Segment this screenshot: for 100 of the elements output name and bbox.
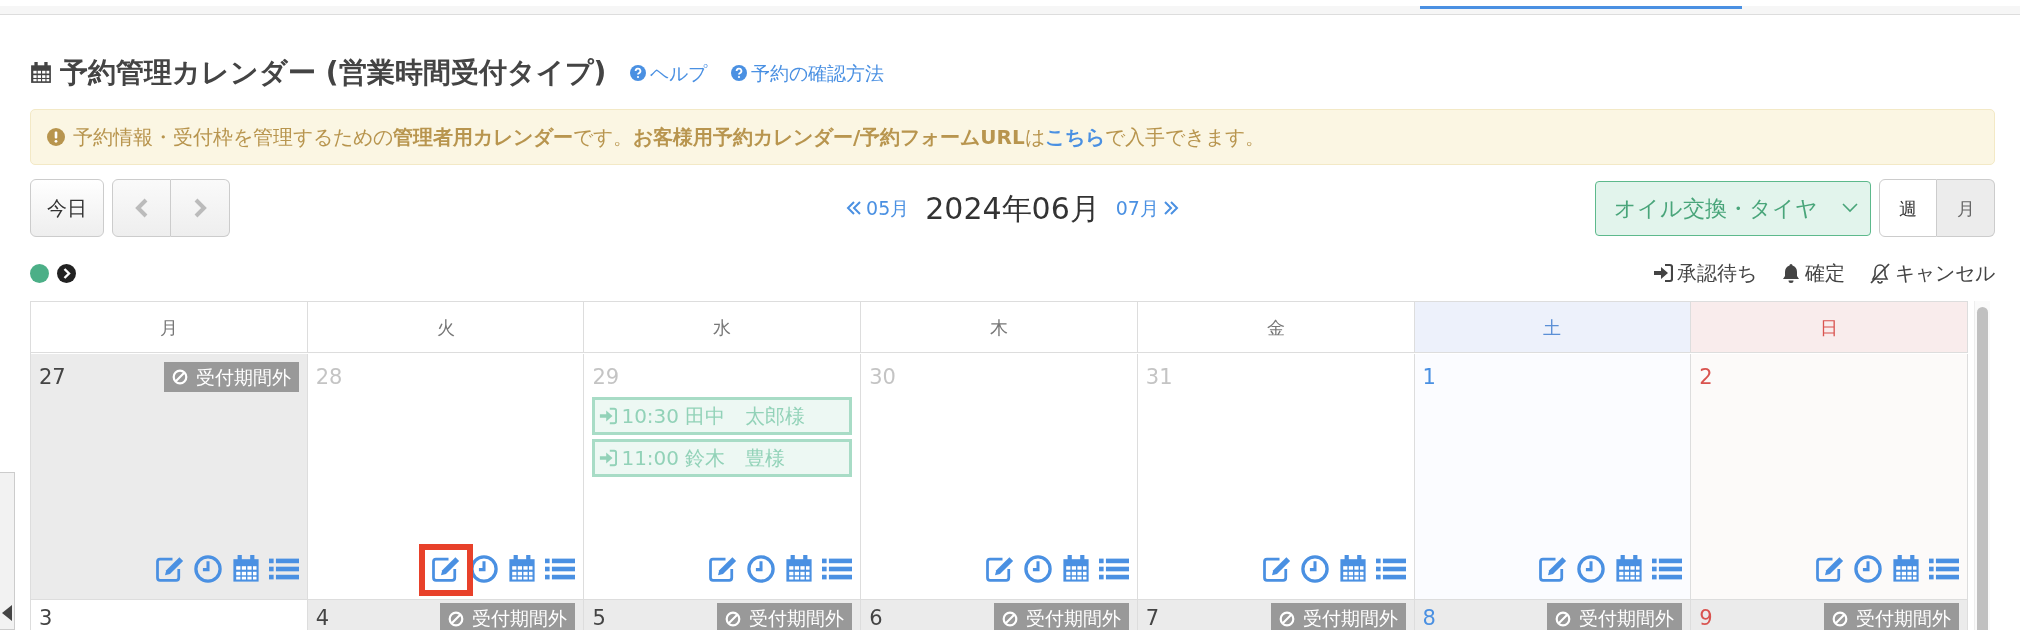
day-cell[interactable]: 31 bbox=[1137, 353, 1415, 600]
calendar-icon[interactable] bbox=[230, 554, 261, 583]
next-button[interactable] bbox=[171, 179, 230, 237]
chevron-left-icon bbox=[134, 198, 149, 218]
bell-icon bbox=[1781, 263, 1801, 283]
chevron-down-icon bbox=[1842, 203, 1858, 213]
calendar-icon[interactable] bbox=[1891, 554, 1921, 583]
day-cell[interactable]: 1 bbox=[1414, 353, 1692, 600]
edit-icon[interactable] bbox=[1815, 554, 1845, 583]
edit-icon[interactable] bbox=[1261, 554, 1292, 583]
day-number: 31 bbox=[1145, 363, 1173, 391]
sign-in-icon bbox=[599, 407, 618, 426]
day-cell[interactable]: 9 受付期間外 bbox=[1691, 600, 1968, 630]
day-number: 29 bbox=[592, 363, 620, 391]
column-header: 木 bbox=[861, 302, 1138, 353]
ban-icon bbox=[1001, 610, 1018, 627]
status-badge: 受付期間外 bbox=[717, 603, 853, 630]
previous-month-link[interactable]: 05月 bbox=[846, 193, 910, 223]
day-cell[interactable]: 2 bbox=[1691, 353, 1968, 600]
help-icon bbox=[731, 65, 748, 81]
day-cell[interactable]: 29 10:30 田中 太郎様 11:00 鈴木 豊様 bbox=[584, 353, 862, 600]
today-button[interactable]: 今日 bbox=[30, 179, 104, 237]
edit-icon[interactable] bbox=[431, 554, 462, 583]
clock-icon[interactable] bbox=[1853, 554, 1883, 583]
legend-label: 確定 bbox=[1805, 260, 1845, 287]
calendar-icon bbox=[30, 62, 52, 84]
day-cell[interactable]: 5 受付期間外 bbox=[584, 600, 862, 630]
double-chevron-right-icon bbox=[1162, 200, 1179, 216]
clock-icon[interactable] bbox=[1022, 554, 1053, 583]
status-badge: 受付期間外 bbox=[163, 361, 299, 393]
column-header: 金 bbox=[1137, 302, 1415, 353]
ban-icon bbox=[1832, 610, 1848, 627]
column-header: 水 bbox=[584, 302, 862, 353]
day-number: 7 bbox=[1145, 605, 1160, 630]
day-cell[interactable]: 30 bbox=[861, 353, 1138, 600]
legend-label: 承認待ち bbox=[1677, 260, 1757, 287]
next-month-link[interactable]: 07月 bbox=[1115, 193, 1179, 223]
calendar-icon[interactable] bbox=[507, 554, 538, 583]
day-number: 30 bbox=[869, 363, 896, 391]
status-badge: 受付期間外 bbox=[440, 603, 576, 630]
chevron-circle-icon bbox=[57, 263, 76, 283]
notice-text: 予約情報・受付枠を管理するための管理者用カレンダーです。お客様用予約カレンダー/予約フォームURLはこちらで入手できます。 bbox=[73, 124, 1265, 151]
day-number: 5 bbox=[592, 605, 606, 630]
previous-button[interactable] bbox=[112, 179, 171, 237]
chevron-right-icon bbox=[193, 198, 207, 218]
scrollbar[interactable] bbox=[1974, 301, 1990, 630]
ban-icon bbox=[448, 610, 465, 627]
sign-in-icon bbox=[1653, 263, 1673, 283]
ban-icon bbox=[725, 610, 742, 627]
calendar-icon[interactable] bbox=[1060, 554, 1091, 583]
day-number: 28 bbox=[315, 363, 343, 391]
sidebar-toggle[interactable] bbox=[0, 472, 15, 630]
day-cell[interactable]: 3 bbox=[31, 600, 308, 630]
status-badge: 受付期間外 bbox=[1270, 603, 1406, 630]
scrollbar-thumb[interactable] bbox=[1977, 307, 1988, 630]
view-tab[interactable]: 週 bbox=[1879, 179, 1937, 237]
calendar-icon[interactable] bbox=[1614, 554, 1645, 583]
edit-icon[interactable] bbox=[984, 554, 1015, 583]
edit-icon[interactable] bbox=[1538, 554, 1569, 583]
highlight-frame bbox=[419, 543, 474, 596]
day-cell[interactable]: 6 受付期間外 bbox=[861, 600, 1138, 630]
day-number: 6 bbox=[869, 605, 883, 630]
page-title: 予約管理カレンダー (営業時間受付タイプ) bbox=[60, 55, 607, 91]
status-dot-icon bbox=[30, 263, 49, 283]
day-cell[interactable]: 7 受付期間外 bbox=[1137, 600, 1415, 630]
help-icon bbox=[630, 65, 647, 81]
day-cell[interactable]: 28 bbox=[307, 353, 585, 600]
calendar-icon[interactable] bbox=[784, 554, 815, 583]
calendar-icon[interactable] bbox=[1337, 554, 1368, 583]
ban-icon bbox=[171, 368, 188, 385]
category-select[interactable]: オイル交換・タイヤ bbox=[1595, 180, 1871, 236]
clock-icon[interactable] bbox=[746, 554, 777, 583]
column-header: 月 bbox=[31, 302, 308, 353]
day-number: 8 bbox=[1422, 605, 1436, 630]
day-cell[interactable]: 27 受付期間外 bbox=[31, 353, 308, 600]
column-header: 日 bbox=[1691, 302, 1968, 353]
sign-in-icon bbox=[599, 449, 618, 468]
day-number: 1 bbox=[1422, 363, 1436, 391]
help-link[interactable]: ヘルプ bbox=[630, 58, 708, 88]
status-badge: 受付期間外 bbox=[1824, 603, 1959, 630]
day-number: 4 bbox=[315, 605, 330, 630]
day-number: 2 bbox=[1699, 363, 1713, 391]
view-tab[interactable]: 月 bbox=[1937, 179, 1995, 237]
link[interactable]: こちら bbox=[1044, 125, 1105, 149]
clock-icon[interactable] bbox=[1299, 554, 1330, 583]
day-number: 27 bbox=[39, 363, 66, 391]
status-badge: 受付期間外 bbox=[1547, 603, 1683, 630]
edit-icon[interactable] bbox=[154, 554, 185, 583]
day-cell[interactable]: 8 受付期間外 bbox=[1414, 600, 1692, 630]
current-month: 2024年06月 bbox=[925, 189, 1100, 228]
column-header: 火 bbox=[307, 302, 585, 353]
help-link[interactable]: 予約の確認方法 bbox=[731, 58, 885, 88]
edit-icon[interactable] bbox=[708, 554, 739, 583]
caret-left-icon bbox=[2, 605, 12, 621]
clock-icon[interactable] bbox=[192, 554, 223, 583]
ban-icon bbox=[1555, 610, 1572, 627]
bell-slash-icon bbox=[1869, 262, 1891, 284]
day-cell[interactable]: 4 受付期間外 bbox=[307, 600, 585, 630]
clock-icon[interactable] bbox=[1576, 554, 1607, 583]
double-chevron-left-icon bbox=[846, 200, 863, 216]
